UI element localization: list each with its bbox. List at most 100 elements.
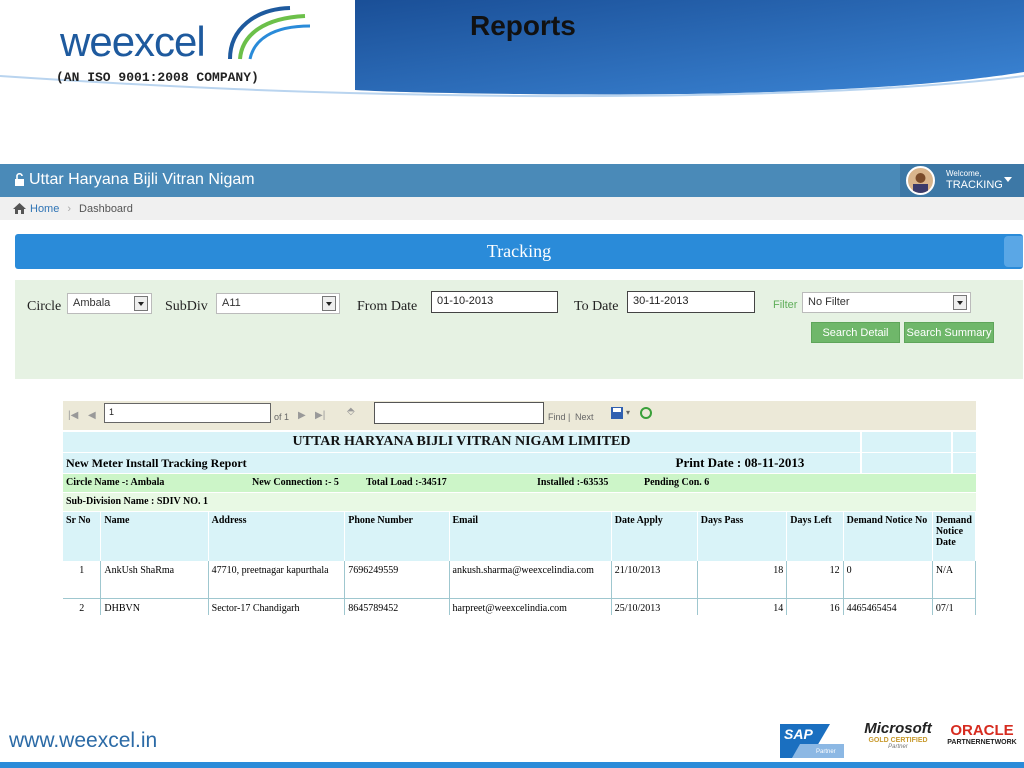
home-icon[interactable]: [13, 203, 26, 214]
settings-gear-icon[interactable]: [1004, 236, 1023, 267]
slide-header: weexcel (AN ISO 9001:2008 COMPANY) Repor…: [0, 0, 1024, 100]
refresh-icon[interactable]: [640, 407, 652, 419]
next-link[interactable]: Next: [575, 412, 594, 422]
report-band-cell: [862, 432, 951, 452]
circle-name: Circle Name -: Ambala: [66, 477, 165, 488]
column-header: Name: [100, 512, 209, 561]
new-connection-count: New Connection :- 5: [252, 477, 339, 488]
from-date-input[interactable]: 01-10-2013: [431, 291, 558, 313]
to-date-input[interactable]: 30-11-2013: [627, 291, 755, 313]
subdiv-select-value: A11: [222, 297, 241, 309]
filter-select-value: No Filter: [808, 296, 850, 308]
tracking-banner: Tracking: [15, 234, 1023, 269]
table-row[interactable]: 2 DHBVN Sector-17 Chandigarh 8645789452 …: [63, 598, 976, 615]
sap-partner-logo: SAP Partner: [780, 720, 844, 758]
export-save-icon[interactable]: [611, 407, 623, 419]
report-band-cell: [862, 453, 951, 473]
search-detail-button[interactable]: Search Detail: [811, 322, 900, 343]
user-avatar-icon: [913, 173, 928, 193]
sr-no-cell: 2: [63, 598, 102, 615]
page-count: of 1: [274, 412, 290, 422]
next-page-icon[interactable]: ▶: [298, 410, 306, 421]
phone-cell: 7696249559: [344, 561, 450, 599]
app-title[interactable]: Uttar Haryana Bijli Vitran Nigam: [14, 171, 255, 189]
last-page-icon[interactable]: ▶|: [315, 410, 325, 421]
days-pass-cell: 18: [697, 561, 788, 599]
to-date-value: 30-11-2013: [633, 295, 689, 307]
report-org-title: UTTAR HARYANA BIJLI VITRAN NIGAM LIMITED: [63, 432, 860, 452]
footer-rule: [0, 762, 1024, 768]
iso-tagline: (AN ISO 9001:2008 COMPANY): [56, 70, 259, 85]
demand-notice-no-cell: 0: [843, 561, 933, 599]
table-header-row: Sr No Name Address Phone Number Email Da…: [63, 512, 976, 561]
export-dropdown-icon[interactable]: ▾: [626, 408, 630, 417]
sap-partner-text: Partner: [816, 749, 836, 755]
oracle-partner-logo: ORACLE PARTNERNETWORK: [944, 722, 1020, 746]
sap-text: SAP: [784, 726, 813, 742]
chevron-down-icon[interactable]: [1004, 177, 1012, 182]
column-header: Demand Notice No: [843, 512, 933, 561]
chevron-down-icon: [322, 296, 336, 311]
column-header: Days Pass: [697, 512, 788, 561]
name-cell: AnkUsh ShaRma: [100, 561, 209, 599]
footer-website-url: www.weexcel.in: [9, 729, 158, 752]
pending-connections: Pending Con. 6: [644, 477, 710, 488]
ms-partner-text: Partner: [888, 744, 908, 750]
installed-count: Installed :-63535: [537, 477, 609, 488]
address-cell: Sector-17 Chandigarh: [208, 598, 346, 615]
subdiv-label: SubDiv: [165, 299, 208, 314]
weexcel-swoosh-icon: [228, 6, 311, 60]
circle-label: Circle: [27, 299, 62, 314]
from-date-value: 01-10-2013: [437, 295, 494, 307]
circle-select[interactable]: Ambala: [67, 293, 152, 314]
to-date-label: To Date: [574, 299, 619, 314]
search-summary-button[interactable]: Search Summary: [904, 322, 994, 343]
subdiv-select[interactable]: A11: [216, 293, 340, 314]
slide-title: Reports: [470, 10, 576, 41]
find-separator: |: [568, 412, 571, 422]
breadcrumb-home-link[interactable]: Home: [30, 203, 59, 215]
oracle-text: ORACLE: [950, 722, 1014, 739]
find-link[interactable]: Find: [548, 412, 566, 422]
date-apply-cell: 25/10/2013: [611, 598, 698, 615]
gold-certified-text: GOLD CERTIFIED: [868, 737, 928, 744]
user-welcome-text: Welcome,: [946, 169, 982, 178]
column-header: Email: [449, 512, 612, 561]
partnernetwork-text: PARTNERNETWORK: [947, 739, 1017, 746]
days-pass-cell: 14: [697, 598, 788, 615]
sr-no-cell: 1: [63, 561, 102, 599]
microsoft-text: Microsoft: [864, 720, 932, 737]
report-subtitle: New Meter Install Tracking Report: [63, 453, 620, 473]
name-cell: DHBVN: [100, 598, 209, 615]
days-left-cell: 16: [786, 598, 844, 615]
demand-notice-date-cell: 07/1: [932, 598, 976, 615]
tracking-title: Tracking: [486, 241, 552, 261]
table-row[interactable]: 1 AnkUsh ShaRma 47710, preetnagar kapurt…: [63, 561, 976, 599]
page-number-input[interactable]: 1: [104, 403, 271, 423]
prev-page-icon[interactable]: ◀: [88, 410, 96, 421]
back-to-parent-icon[interactable]: ⬘: [347, 406, 355, 417]
filter-select[interactable]: No Filter: [802, 292, 971, 313]
column-header: Sr No: [63, 512, 102, 561]
column-header: Phone Number: [344, 512, 450, 561]
first-page-icon[interactable]: |◀: [68, 410, 78, 421]
email-cell: harpreet@weexcelindia.com: [449, 598, 612, 615]
filter-label: Filter: [773, 299, 798, 311]
column-header: Address: [208, 512, 346, 561]
circle-select-value: Ambala: [73, 297, 111, 309]
microsoft-gold-logo: Microsoft GOLD CERTIFIED Partner: [858, 720, 938, 750]
find-text-input[interactable]: [374, 402, 544, 424]
date-apply-cell: 21/10/2013: [611, 561, 698, 599]
user-menu[interactable]: Welcome, TRACKING: [900, 164, 1024, 197]
demand-notice-no-cell: 4465465454: [843, 598, 933, 615]
unlock-icon: [15, 173, 24, 186]
column-header: Demand Notice Date: [932, 512, 976, 561]
demand-notice-date-cell: N/A: [932, 561, 976, 599]
column-header: Date Apply: [611, 512, 698, 561]
report-stats-row: Circle Name -: Ambala New Connection :- …: [63, 474, 976, 492]
phone-cell: 8645789452: [344, 598, 450, 615]
chevron-down-icon: [953, 295, 967, 310]
breadcrumb-separator-icon: ›: [67, 202, 72, 215]
column-header: Days Left: [786, 512, 844, 561]
address-cell: 47710, preetnagar kapurthala: [208, 561, 346, 599]
